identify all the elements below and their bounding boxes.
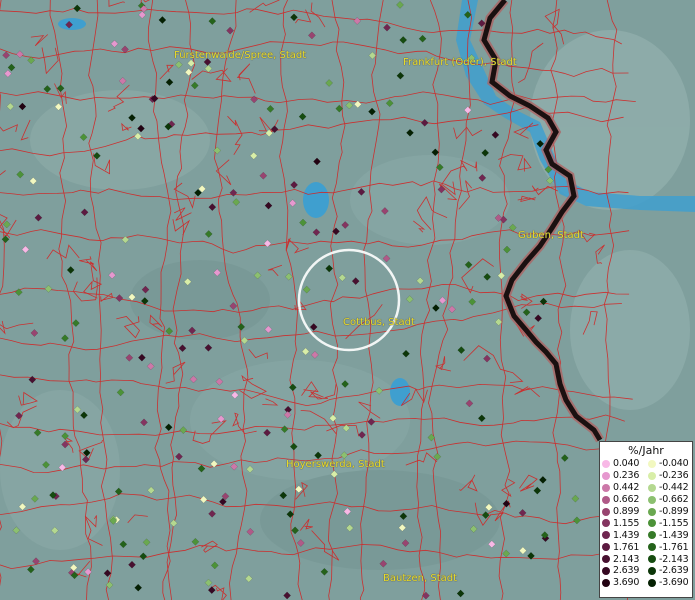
legend-item-negative: -0.040 [648,458,694,469]
legend-swatch [602,483,610,492]
legend-swatch [602,519,610,528]
legend-title: %/Jahr [628,444,664,457]
legend-value: -1.439 [659,529,689,541]
legend-item-negative: -0.662 [648,494,694,505]
legend-value: 0.236 [613,470,640,482]
map-view[interactable]: Fürstenwalde/Spree, Stadt Frankfurt (Ode… [0,0,695,600]
legend-item-positive: 0.662 [602,494,648,505]
legend-item-negative: -3.690 [648,577,694,588]
legend-value: -0.040 [659,458,689,470]
city-label-bautzen[interactable]: Bautzen, Stadt [383,573,457,584]
legend-swatch [648,495,656,504]
legend-value: -3.690 [659,577,689,589]
legend-swatch [602,543,610,552]
legend-value: 1.761 [613,541,640,553]
legend-value: -0.442 [659,482,689,494]
legend-value: 0.662 [613,494,640,506]
legend-item-positive: 1.439 [602,530,648,541]
legend-swatch [602,507,610,516]
legend-swatch [648,471,656,480]
legend-value: -1.155 [659,517,689,529]
legend-value: 0.442 [613,482,640,494]
legend-swatch [602,471,610,480]
city-label-hoyerswerda[interactable]: Hoyerswerda, Stadt [286,459,385,470]
legend-row: 2.639 -2.639 [602,565,694,577]
legend-item-positive: 1.155 [602,518,648,529]
legend-value: 1.439 [613,529,640,541]
legend-item-negative: -0.899 [648,506,694,517]
legend-value: 2.639 [613,565,640,577]
legend-swatch [648,483,656,492]
legend-row: 1.761 -1.761 [602,541,694,553]
legend-item-positive: 0.236 [602,470,648,481]
legend-row: 0.040 -0.040 [602,458,694,470]
legend-item-positive: 0.442 [602,482,648,493]
legend-value: 2.143 [613,553,640,565]
legend-value: 0.899 [613,506,640,517]
legend-item-positive: 2.639 [602,565,648,576]
city-label-frankfurt-oder[interactable]: Frankfurt (Oder), Stadt [403,57,517,68]
city-label-cottbus[interactable]: Cottbus, Stadt [343,317,415,328]
legend-item-positive: 3.690 [602,577,648,588]
legend-row: 0.236 -0.236 [602,470,694,482]
legend-item-positive: 0.040 [602,458,648,469]
legend-row: 0.662 -0.662 [602,494,694,506]
legend-item-negative: -0.236 [648,470,694,481]
legend-row: 1.155 -1.155 [602,517,694,529]
legend-swatch [648,507,656,516]
legend-item-negative: -1.155 [648,518,694,529]
legend-item-negative: -0.442 [648,482,694,493]
legend-swatch [648,566,656,575]
legend-swatch [648,543,656,552]
legend-value: -2.143 [659,553,689,565]
legend-row: 0.899 -0.899 [602,506,694,518]
legend-item-negative: -2.143 [648,554,694,565]
legend-swatch [602,531,610,540]
legend-rows: 0.040 -0.040 0.236 -0.236 0.442 -0.442 0.662 -0… [602,458,694,589]
legend-swatch [602,566,610,575]
legend-swatch [648,531,656,540]
map-canvas[interactable] [0,0,695,600]
legend-row: 2.143 -2.143 [602,553,694,565]
legend-swatch [602,578,610,587]
legend-item-positive: 2.143 [602,554,648,565]
legend-item-negative: -1.761 [648,542,694,553]
legend-value: 1.155 [613,517,640,529]
legend-value: -2.639 [659,565,689,577]
legend-item-negative: -1.439 [648,530,694,541]
legend-row: 0.442 -0.442 [602,482,694,494]
lake [303,182,329,218]
legend-item-negative: -2.639 [648,565,694,576]
legend-row: 3.690 -3.690 [602,577,694,589]
legend-value: -0.662 [659,494,689,506]
legend-value: 0.040 [613,458,640,470]
legend: %/Jahr 0.040 -0.040 0.236 -0.236 0.442 -0.442… [599,441,693,598]
legend-item-positive: 1.761 [602,542,648,553]
legend-value: -1.761 [659,541,689,553]
legend-item-positive: 0.899 [602,506,648,517]
legend-value: -0.236 [659,470,689,482]
legend-swatch [648,519,656,528]
city-label-guben[interactable]: Guben, Stadt [518,230,584,241]
legend-swatch [602,555,610,564]
legend-swatch [648,578,656,587]
legend-value: 3.690 [613,577,640,589]
legend-value: -0.899 [659,506,689,517]
legend-swatch [648,555,656,564]
legend-swatch [648,459,656,468]
legend-row: 1.439 -1.439 [602,529,694,541]
legend-swatch [602,459,610,468]
city-label-fuerstenwalde[interactable]: Fürstenwalde/Spree, Stadt [174,50,306,61]
legend-swatch [602,495,610,504]
